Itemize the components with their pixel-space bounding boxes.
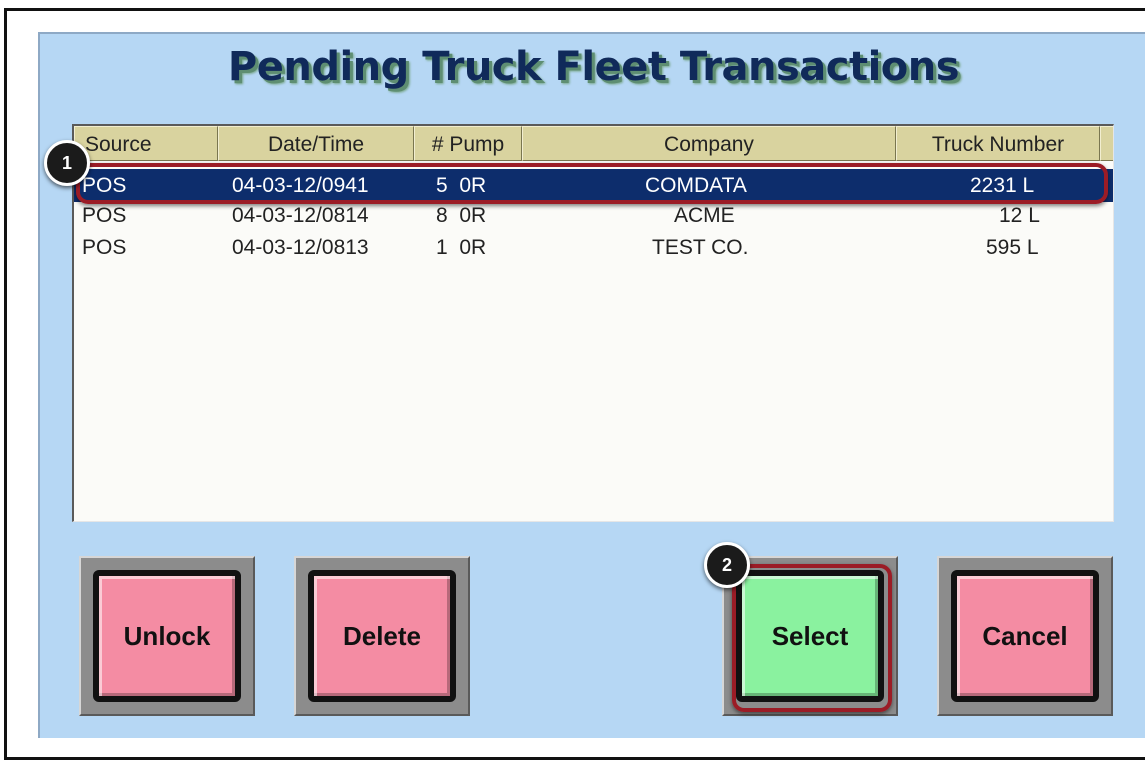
select-button-highlight [732, 564, 892, 712]
selected-row-highlight [76, 163, 1108, 204]
callout-badge-1: 1 [44, 140, 90, 186]
cell-company: TEST CO. [652, 236, 749, 259]
column-header-truck-number[interactable]: Truck Number [896, 126, 1100, 161]
cell-truck-number: 595 L [986, 236, 1039, 259]
column-header-source[interactable]: Source [74, 126, 218, 161]
cell-source: POS [82, 236, 127, 259]
delete-button-well: Delete [294, 556, 470, 716]
list-header: Source Date/Time # Pump Company Truck Nu… [74, 126, 1113, 161]
delete-button[interactable]: Delete [308, 570, 456, 702]
cancel-button-well: Cancel [937, 556, 1113, 716]
dialog-title: Pending Truck Fleet Transactions [227, 44, 960, 90]
unlock-button-well: Unlock [79, 556, 255, 716]
cell-pump: 1 0R [436, 236, 487, 259]
cancel-button[interactable]: Cancel [951, 570, 1099, 702]
column-header-pump[interactable]: # Pump [414, 126, 522, 161]
cell-datetime: 04-03-12/0813 [232, 236, 369, 259]
unlock-button[interactable]: Unlock [93, 570, 241, 702]
column-header-filler [1100, 126, 1113, 161]
column-header-company[interactable]: Company [522, 126, 896, 161]
callout-badge-2: 2 [704, 542, 750, 588]
table-row[interactable]: POS 04-03-12/0813 1 0R TEST CO. 595 L [74, 231, 1113, 264]
column-header-datetime[interactable]: Date/Time [218, 126, 414, 161]
